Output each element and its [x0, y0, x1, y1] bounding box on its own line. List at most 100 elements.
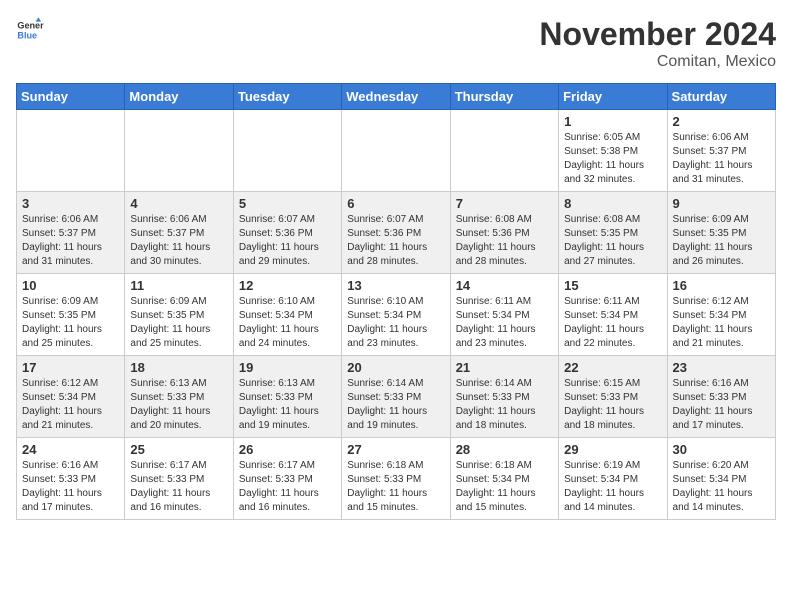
calendar-cell: 16 Sunrise: 6:12 AM Sunset: 5:34 PM Dayli… — [667, 274, 775, 356]
calendar-cell: 29Sunrise: 6:19 AM Sunset: 5:34 PM Dayli… — [559, 438, 667, 520]
day-info: Sunrise: 6:14 AM Sunset: 5:33 PM Dayligh… — [347, 377, 444, 433]
day-number: 28 — [456, 442, 553, 457]
day-info: Sunrise: 6:11 AM Sunset: 5:34 PM Dayligh… — [564, 295, 661, 351]
day-info: Sunrise: 6:17 AM Sunset: 5:33 PM Dayligh… — [239, 459, 336, 515]
day-info: Sunrise: 6:05 AM Sunset: 5:38 PM Dayligh… — [564, 131, 661, 187]
day-info: Sunrise: 6:18 AM Sunset: 5:34 PM Dayligh… — [456, 459, 553, 515]
calendar-cell: 24Sunrise: 6:16 AM Sunset: 5:33 PM Dayli… — [17, 438, 125, 520]
col-header-friday: Friday — [559, 84, 667, 110]
logo-icon: General Blue — [16, 16, 44, 44]
day-number: 24 — [22, 442, 119, 457]
calendar-cell: 7 Sunrise: 6:08 AM Sunset: 5:36 PM Daylig… — [450, 192, 558, 274]
calendar-cell: 1 Sunrise: 6:05 AM Sunset: 5:38 PM Daylig… — [559, 110, 667, 192]
calendar-cell: 10Sunrise: 6:09 AM Sunset: 5:35 PM Dayli… — [17, 274, 125, 356]
calendar-week-3: 10 Sunrise: 6:09 AM Sunset: 5:35 PM Dayli… — [17, 274, 776, 356]
calendar-week-5: 24Sunrise: 6:16 AM Sunset: 5:33 PM Dayli… — [17, 438, 776, 520]
day-info: Sunrise: 6:15 AM Sunset: 5:33 PM Dayligh… — [564, 377, 661, 433]
day-number: 9 — [673, 196, 770, 211]
calendar-cell: 18 Sunrise: 6:13 AM Sunset: 5:33 PM Dayli… — [125, 356, 233, 438]
calendar-cell: 4 Sunrise: 6:06 AM Sunset: 5:37 PM Daylig… — [125, 192, 233, 274]
calendar-cell: 6Sunrise: 6:07 AM Sunset: 5:36 PM Daylig… — [342, 192, 450, 274]
day-number: 10 — [22, 278, 119, 293]
day-number: 16 — [673, 278, 770, 293]
day-info: Sunrise: 6:09 AM Sunset: 5:35 PM Dayligh… — [130, 295, 227, 351]
day-number: 15 — [564, 278, 661, 293]
calendar-cell: 19 Sunrise: 6:13 AM Sunset: 5:33 PM Dayli… — [233, 356, 341, 438]
calendar-cell: 20 Sunrise: 6:14 AM Sunset: 5:33 PM Dayli… — [342, 356, 450, 438]
calendar-table: SundayMondayTuesdayWednesdayThursdayFrid… — [16, 83, 776, 520]
day-number: 8 — [564, 196, 661, 211]
day-info: Sunrise: 6:08 AM Sunset: 5:36 PM Dayligh… — [456, 213, 553, 269]
day-number: 5 — [239, 196, 336, 211]
calendar-cell: 17Sunrise: 6:12 AM Sunset: 5:34 PM Dayli… — [17, 356, 125, 438]
col-header-wednesday: Wednesday — [342, 84, 450, 110]
calendar-cell — [342, 110, 450, 192]
day-number: 4 — [130, 196, 227, 211]
calendar-header-row: SundayMondayTuesdayWednesdayThursdayFrid… — [17, 84, 776, 110]
calendar-cell: 28 Sunrise: 6:18 AM Sunset: 5:34 PM Dayli… — [450, 438, 558, 520]
day-number: 12 — [239, 278, 336, 293]
col-header-sunday: Sunday — [17, 84, 125, 110]
calendar-cell: 25 Sunrise: 6:17 AM Sunset: 5:33 PM Dayli… — [125, 438, 233, 520]
location-subtitle: Comitan, Mexico — [539, 53, 776, 71]
day-info: Sunrise: 6:06 AM Sunset: 5:37 PM Dayligh… — [130, 213, 227, 269]
day-number: 25 — [130, 442, 227, 457]
day-number: 17 — [22, 360, 119, 375]
day-info: Sunrise: 6:08 AM Sunset: 5:35 PM Dayligh… — [564, 213, 661, 269]
page-header: General Blue November 2024 Comitan, Mexi… — [16, 16, 776, 71]
month-title: November 2024 — [539, 16, 776, 53]
calendar-cell: 12Sunrise: 6:10 AM Sunset: 5:34 PM Dayli… — [233, 274, 341, 356]
day-info: Sunrise: 6:13 AM Sunset: 5:33 PM Dayligh… — [239, 377, 336, 433]
calendar-cell: 3 Sunrise: 6:06 AM Sunset: 5:37 PM Daylig… — [17, 192, 125, 274]
day-info: Sunrise: 6:12 AM Sunset: 5:34 PM Dayligh… — [673, 295, 770, 351]
day-info: Sunrise: 6:13 AM Sunset: 5:33 PM Dayligh… — [130, 377, 227, 433]
day-info: Sunrise: 6:18 AM Sunset: 5:33 PM Dayligh… — [347, 459, 444, 515]
col-header-saturday: Saturday — [667, 84, 775, 110]
day-number: 30 — [673, 442, 770, 457]
calendar-cell: 11 Sunrise: 6:09 AM Sunset: 5:35 PM Dayli… — [125, 274, 233, 356]
col-header-monday: Monday — [125, 84, 233, 110]
day-info: Sunrise: 6:16 AM Sunset: 5:33 PM Dayligh… — [673, 377, 770, 433]
calendar-cell — [450, 110, 558, 192]
day-info: Sunrise: 6:06 AM Sunset: 5:37 PM Dayligh… — [673, 131, 770, 187]
calendar-cell: 27 Sunrise: 6:18 AM Sunset: 5:33 PM Dayli… — [342, 438, 450, 520]
calendar-week-1: 1 Sunrise: 6:05 AM Sunset: 5:38 PM Daylig… — [17, 110, 776, 192]
day-info: Sunrise: 6:07 AM Sunset: 5:36 PM Dayligh… — [239, 213, 336, 269]
calendar-cell: 14Sunrise: 6:11 AM Sunset: 5:34 PM Dayli… — [450, 274, 558, 356]
col-header-tuesday: Tuesday — [233, 84, 341, 110]
day-number: 1 — [564, 114, 661, 129]
title-block: November 2024 Comitan, Mexico — [539, 16, 776, 71]
calendar-cell: 22 Sunrise: 6:15 AM Sunset: 5:33 PM Dayli… — [559, 356, 667, 438]
calendar-cell — [125, 110, 233, 192]
day-number: 7 — [456, 196, 553, 211]
day-info: Sunrise: 6:14 AM Sunset: 5:33 PM Dayligh… — [456, 377, 553, 433]
calendar-cell: 13Sunrise: 6:10 AM Sunset: 5:34 PM Dayli… — [342, 274, 450, 356]
calendar-cell: 30 Sunrise: 6:20 AM Sunset: 5:34 PM Dayli… — [667, 438, 775, 520]
svg-text:Blue: Blue — [17, 30, 37, 40]
day-number: 22 — [564, 360, 661, 375]
day-number: 21 — [456, 360, 553, 375]
col-header-thursday: Thursday — [450, 84, 558, 110]
calendar-cell: 23Sunrise: 6:16 AM Sunset: 5:33 PM Dayli… — [667, 356, 775, 438]
svg-text:General: General — [17, 21, 44, 31]
day-info: Sunrise: 6:20 AM Sunset: 5:34 PM Dayligh… — [673, 459, 770, 515]
calendar-week-2: 3 Sunrise: 6:06 AM Sunset: 5:37 PM Daylig… — [17, 192, 776, 274]
calendar-cell — [233, 110, 341, 192]
day-number: 18 — [130, 360, 227, 375]
calendar-cell: 8 Sunrise: 6:08 AM Sunset: 5:35 PM Daylig… — [559, 192, 667, 274]
day-info: Sunrise: 6:09 AM Sunset: 5:35 PM Dayligh… — [673, 213, 770, 269]
day-number: 6 — [347, 196, 444, 211]
day-number: 3 — [22, 196, 119, 211]
day-info: Sunrise: 6:06 AM Sunset: 5:37 PM Dayligh… — [22, 213, 119, 269]
logo: General Blue — [16, 16, 44, 44]
day-info: Sunrise: 6:11 AM Sunset: 5:34 PM Dayligh… — [456, 295, 553, 351]
day-number: 2 — [673, 114, 770, 129]
day-info: Sunrise: 6:17 AM Sunset: 5:33 PM Dayligh… — [130, 459, 227, 515]
calendar-cell: 21 Sunrise: 6:14 AM Sunset: 5:33 PM Dayli… — [450, 356, 558, 438]
calendar-cell: 5 Sunrise: 6:07 AM Sunset: 5:36 PM Daylig… — [233, 192, 341, 274]
day-number: 20 — [347, 360, 444, 375]
day-number: 27 — [347, 442, 444, 457]
day-number: 19 — [239, 360, 336, 375]
calendar-cell: 15 Sunrise: 6:11 AM Sunset: 5:34 PM Dayli… — [559, 274, 667, 356]
day-number: 11 — [130, 278, 227, 293]
